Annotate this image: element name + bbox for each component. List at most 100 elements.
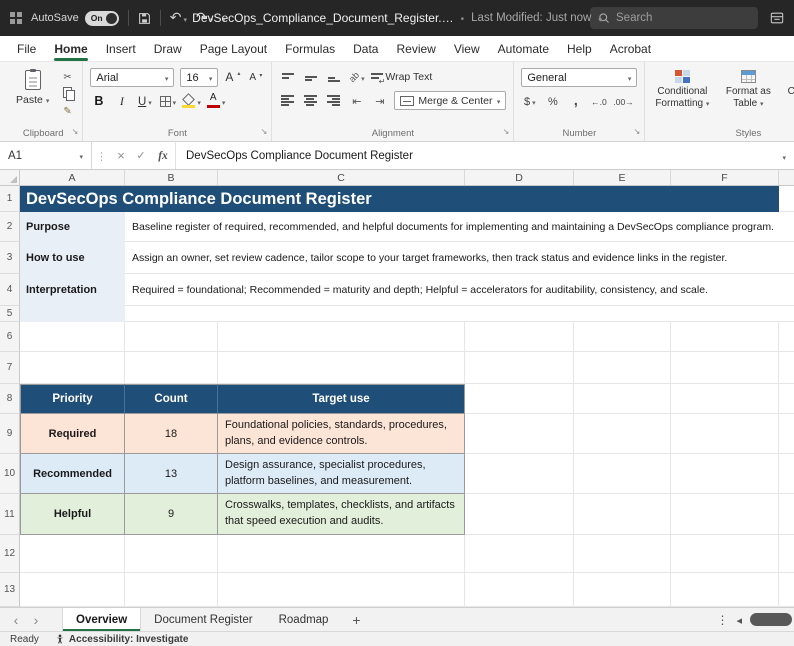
table-cell-count[interactable]: 13: [125, 454, 218, 494]
cell[interactable]: [779, 573, 794, 607]
insert-function-button[interactable]: fx: [151, 150, 175, 162]
row-number[interactable]: 5: [0, 306, 20, 322]
wrap-text-button[interactable]: Wrap Text: [371, 68, 432, 86]
cell[interactable]: [671, 322, 779, 352]
cell[interactable]: [125, 573, 218, 607]
cell[interactable]: [574, 414, 671, 454]
info-label-cell[interactable]: Interpretation: [20, 274, 125, 306]
cell[interactable]: [465, 535, 574, 573]
cell[interactable]: [779, 454, 794, 494]
tab-help[interactable]: Help: [558, 37, 601, 61]
column-header-f[interactable]: F: [671, 170, 779, 185]
tab-insert[interactable]: Insert: [97, 37, 145, 61]
bold-button[interactable]: [90, 92, 107, 110]
tab-draw[interactable]: Draw: [145, 37, 191, 61]
cell[interactable]: [671, 573, 779, 607]
align-top-button[interactable]: [279, 68, 296, 86]
cell[interactable]: [465, 454, 574, 494]
row-number[interactable]: 6: [0, 322, 20, 352]
cell[interactable]: [574, 573, 671, 607]
table-cell-target-use[interactable]: Foundational policies, standards, proced…: [218, 414, 465, 454]
accessibility-button[interactable]: Accessibility: Investigate: [55, 634, 188, 645]
decrease-decimal-button[interactable]: [613, 92, 633, 110]
formula-input[interactable]: DevSecOps Compliance Document Register: [175, 142, 774, 169]
cell[interactable]: [465, 573, 574, 607]
orientation-button[interactable]: [348, 68, 365, 86]
app-icon[interactable]: [10, 12, 22, 24]
column-header-partial[interactable]: [779, 170, 794, 185]
row-number[interactable]: 11: [0, 494, 20, 535]
cell[interactable]: [20, 535, 125, 573]
sheet-tab-overview[interactable]: Overview: [62, 608, 142, 631]
font-dialog-launcher[interactable]: [261, 121, 268, 139]
tab-view[interactable]: View: [445, 37, 489, 61]
tab-acrobat[interactable]: Acrobat: [601, 37, 660, 61]
autosave-toggle[interactable]: On: [84, 10, 119, 26]
save-button[interactable]: [138, 12, 151, 25]
cell[interactable]: [574, 352, 671, 384]
sheet-nav-back-button[interactable]: [6, 608, 26, 631]
table-cell-priority[interactable]: Helpful: [20, 494, 125, 535]
search-input[interactable]: [616, 12, 750, 24]
align-bottom-button[interactable]: [325, 68, 342, 86]
cell[interactable]: [20, 306, 125, 322]
table-cell-count[interactable]: 18: [125, 414, 218, 454]
tab-automate[interactable]: Automate: [489, 37, 558, 61]
ribbon-display-options-button[interactable]: [770, 11, 784, 25]
number-dialog-launcher[interactable]: [634, 121, 641, 139]
cut-button[interactable]: [63, 69, 75, 83]
cell[interactable]: [779, 494, 794, 535]
undo-button[interactable]: [170, 9, 187, 27]
sheet-options-button[interactable]: [716, 611, 728, 629]
font-name-select[interactable]: Arial: [90, 68, 175, 87]
column-header-a[interactable]: A: [20, 170, 125, 185]
cell[interactable]: [574, 384, 671, 414]
increase-font-size-button[interactable]: [224, 69, 241, 87]
increase-decimal-button[interactable]: [590, 92, 607, 110]
table-cell-target-use[interactable]: Crosswalks, templates, checklists, and a…: [218, 494, 465, 535]
cell[interactable]: [465, 414, 574, 454]
accounting-format-button[interactable]: [521, 92, 538, 110]
cell[interactable]: [218, 352, 465, 384]
info-text-cell[interactable]: Assign an owner, set review cadence, tai…: [125, 242, 779, 274]
tab-formulas[interactable]: Formulas: [276, 37, 344, 61]
cell[interactable]: [779, 212, 794, 242]
cell[interactable]: [671, 494, 779, 535]
name-box-resizer[interactable]: [92, 147, 111, 165]
align-left-button[interactable]: [279, 92, 296, 110]
italic-button[interactable]: [113, 92, 130, 110]
cell[interactable]: [125, 535, 218, 573]
info-text-cell[interactable]: Required = foundational; Recommended = m…: [125, 274, 779, 306]
row-number[interactable]: 8: [0, 384, 20, 414]
cell-styles-button[interactable]: Cell Styles: [784, 68, 794, 100]
table-header-cell[interactable]: Priority: [20, 384, 125, 414]
comma-style-button[interactable]: [567, 92, 584, 110]
paste-button[interactable]: Paste: [11, 68, 54, 108]
tab-home[interactable]: Home: [45, 37, 96, 61]
align-middle-button[interactable]: [302, 68, 319, 86]
conditional-formatting-button[interactable]: Conditional Formatting: [652, 68, 712, 112]
tab-data[interactable]: Data: [344, 37, 387, 61]
table-header-cell[interactable]: Target use: [218, 384, 465, 414]
cell[interactable]: [465, 322, 574, 352]
clipboard-dialog-launcher[interactable]: [72, 121, 79, 139]
info-text-cell[interactable]: Baseline register of required, recommend…: [125, 212, 779, 242]
cell[interactable]: [125, 322, 218, 352]
cell[interactable]: [574, 494, 671, 535]
cell[interactable]: [671, 384, 779, 414]
cell[interactable]: [20, 352, 125, 384]
decrease-indent-button[interactable]: [348, 92, 365, 110]
increase-indent-button[interactable]: [371, 92, 388, 110]
cell[interactable]: [779, 274, 794, 306]
cell[interactable]: [671, 414, 779, 454]
sheet-tab-document-register[interactable]: Document Register: [141, 608, 265, 631]
cell[interactable]: [574, 535, 671, 573]
cell-a1-title[interactable]: DevSecOps Compliance Document Register: [20, 186, 779, 212]
cell[interactable]: [779, 352, 794, 384]
column-header-d[interactable]: D: [465, 170, 574, 185]
column-header-b[interactable]: B: [125, 170, 218, 185]
cell[interactable]: [779, 242, 794, 274]
table-cell-target-use[interactable]: Design assurance, specialist procedures,…: [218, 454, 465, 494]
font-size-select[interactable]: 16: [180, 68, 219, 87]
number-format-select[interactable]: General: [521, 68, 638, 87]
